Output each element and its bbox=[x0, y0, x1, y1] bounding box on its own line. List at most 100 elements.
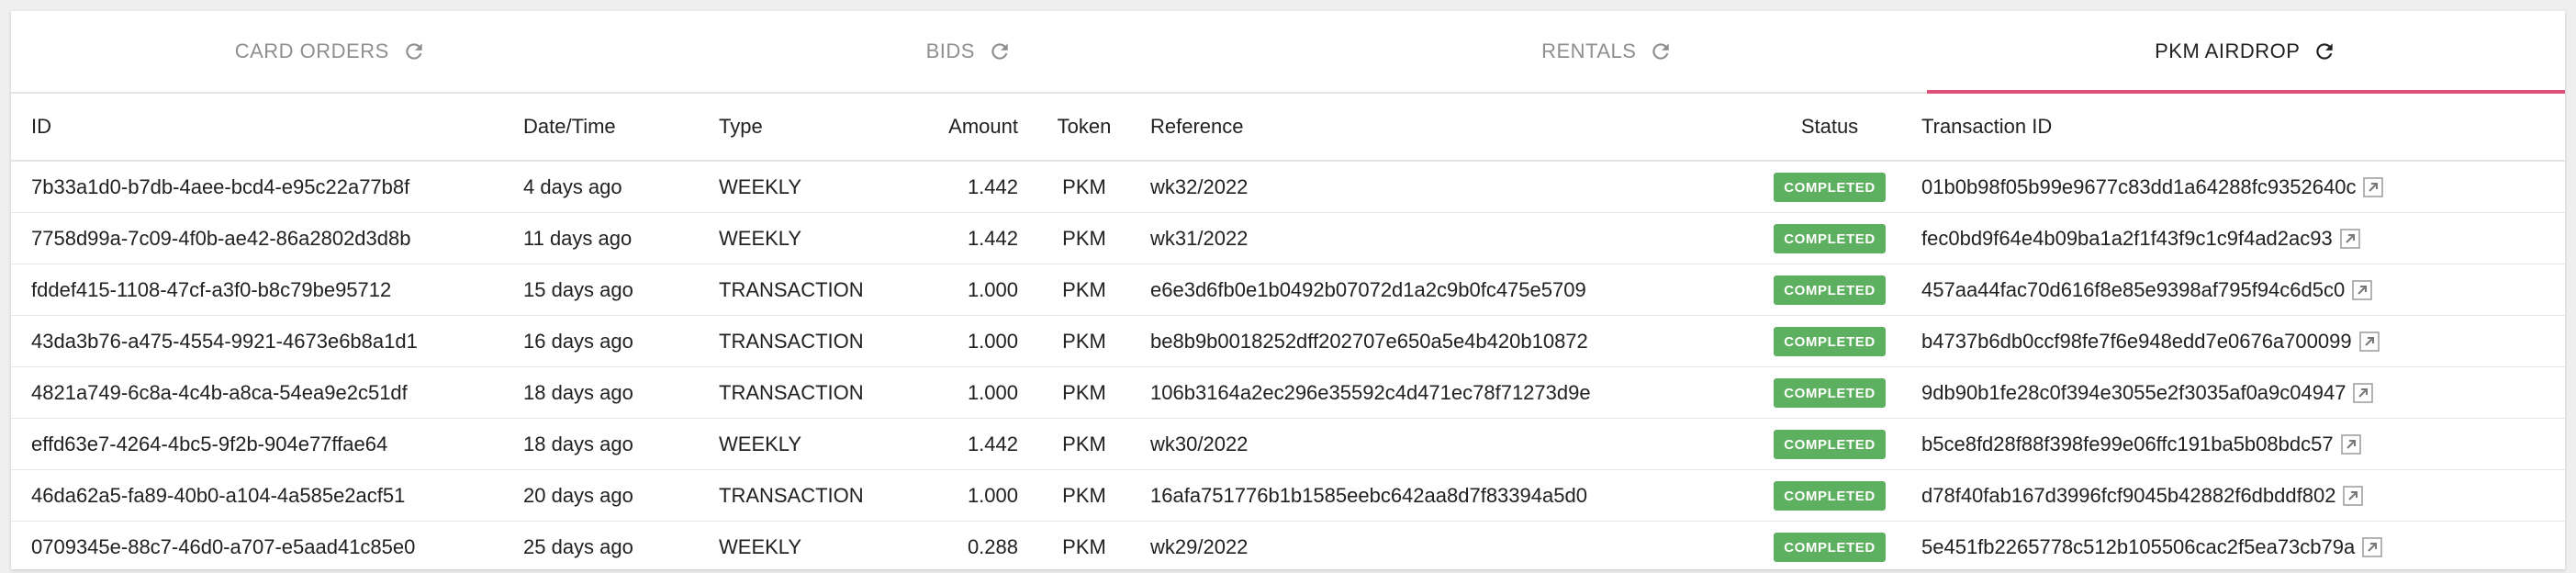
table-row: 7b33a1d0-b7db-4aee-bcd4-e95c22a77b8f 4 d… bbox=[11, 161, 2565, 213]
cell-token: PKM bbox=[1018, 212, 1150, 264]
table-row: effd63e7-4264-4bc5-9f2b-904e77ffae64 18 … bbox=[11, 418, 2565, 470]
cell-id: 43da3b76-a475-4554-9921-4673e6b8a1d1 bbox=[11, 315, 523, 367]
column-header-datetime[interactable]: Date/Time bbox=[523, 94, 719, 162]
column-header-token[interactable]: Token bbox=[1018, 94, 1150, 162]
cell-amount: 1.000 bbox=[902, 315, 1018, 367]
column-header-transaction-id[interactable]: Transaction ID bbox=[1921, 94, 2565, 162]
status-badge: COMPLETED bbox=[1774, 377, 1886, 408]
tab-bids[interactable]: BIDS bbox=[650, 11, 1289, 92]
column-header-amount[interactable]: Amount bbox=[902, 94, 1018, 162]
cell-datetime: 11 days ago bbox=[523, 212, 719, 264]
cell-datetime: 25 days ago bbox=[523, 521, 719, 573]
cell-transaction-id: 457aa44fac70d616f8e85e9398af795f94c6d5c0 bbox=[1921, 264, 2565, 316]
transaction-id-text: 9db90b1fe28c0f394e3055e2f3035af0a9c04947 bbox=[1921, 381, 2346, 405]
cell-type: WEEKLY bbox=[719, 212, 902, 264]
open-external-icon[interactable] bbox=[2358, 331, 2380, 352]
tab-label: PKM AIRDROP bbox=[2155, 39, 2301, 62]
transaction-id-text: fec0bd9f64e4b09ba1a2f1f43f9c1c9f4ad2ac93 bbox=[1921, 227, 2333, 251]
refresh-icon[interactable] bbox=[2313, 39, 2336, 63]
refresh-icon[interactable] bbox=[1649, 39, 1673, 63]
cell-amount: 1.000 bbox=[902, 469, 1018, 522]
cell-id: 0709345e-88c7-46d0-a707-e5aad41c85e0 bbox=[11, 521, 523, 573]
cell-datetime: 16 days ago bbox=[523, 315, 719, 367]
cell-status: COMPLETED bbox=[1738, 212, 1921, 264]
cell-transaction-id: d78f40fab167d3996fcf9045b42882f6dbddf802 bbox=[1921, 469, 2565, 522]
cell-token: PKM bbox=[1018, 264, 1150, 316]
table-row: 0709345e-88c7-46d0-a707-e5aad41c85e0 25 … bbox=[11, 521, 2565, 573]
cell-status: COMPLETED bbox=[1738, 264, 1921, 316]
tab-bar: CARD ORDERS BIDS RENTALS PKM AIRDROP bbox=[11, 11, 2565, 94]
cell-token: PKM bbox=[1018, 521, 1150, 573]
cell-transaction-id: b5ce8fd28f88f398fe99e06ffc191ba5b08bdc57 bbox=[1921, 418, 2565, 470]
cell-reference: wk32/2022 bbox=[1150, 161, 1738, 213]
cell-datetime: 4 days ago bbox=[523, 161, 719, 213]
cell-reference: e6e3d6fb0e1b0492b07072d1a2c9b0fc475e5709 bbox=[1150, 264, 1738, 316]
cell-datetime: 18 days ago bbox=[523, 418, 719, 470]
status-badge: COMPLETED bbox=[1774, 480, 1886, 511]
cell-status: COMPLETED bbox=[1738, 366, 1921, 419]
cell-type: TRANSACTION bbox=[719, 315, 902, 367]
open-external-icon[interactable] bbox=[2352, 280, 2372, 300]
cell-amount: 1.000 bbox=[902, 366, 1018, 419]
transaction-id-text: 457aa44fac70d616f8e85e9398af795f94c6d5c0 bbox=[1921, 278, 2346, 302]
cell-type: WEEKLY bbox=[719, 521, 902, 573]
cell-type: TRANSACTION bbox=[719, 366, 902, 419]
open-external-icon[interactable] bbox=[2362, 537, 2382, 557]
table-row: 4821a749-6c8a-4c4b-a8ca-54ea9e2c51df 18 … bbox=[11, 366, 2565, 419]
column-header-id[interactable]: ID bbox=[11, 94, 523, 162]
table-body: 7b33a1d0-b7db-4aee-bcd4-e95c22a77b8f 4 d… bbox=[11, 161, 2565, 573]
cell-transaction-id: b4737b6db0ccf98fe7f6e948edd7e0676a700099 bbox=[1921, 315, 2565, 367]
tab-card-orders[interactable]: CARD ORDERS bbox=[11, 11, 650, 92]
tab-rentals[interactable]: RENTALS bbox=[1288, 11, 1927, 92]
open-external-icon[interactable] bbox=[2343, 486, 2364, 506]
column-header-reference[interactable]: Reference bbox=[1150, 94, 1738, 162]
cell-reference: wk30/2022 bbox=[1150, 418, 1738, 470]
cell-type: WEEKLY bbox=[719, 161, 902, 213]
status-badge: COMPLETED bbox=[1774, 429, 1886, 459]
table-row: 7758d99a-7c09-4f0b-ae42-86a2802d3d8b 11 … bbox=[11, 212, 2565, 264]
cell-status: COMPLETED bbox=[1738, 418, 1921, 470]
status-badge: COMPLETED bbox=[1774, 172, 1886, 202]
status-badge: COMPLETED bbox=[1774, 275, 1886, 305]
transaction-id-text: b4737b6db0ccf98fe7f6e948edd7e0676a700099 bbox=[1921, 330, 2352, 354]
status-badge: COMPLETED bbox=[1774, 223, 1886, 253]
cell-datetime: 20 days ago bbox=[523, 469, 719, 522]
airdrop-table: ID Date/Time Type Amount Token Reference… bbox=[11, 94, 2565, 573]
refresh-icon[interactable] bbox=[988, 39, 1012, 63]
cell-id: 7758d99a-7c09-4f0b-ae42-86a2802d3d8b bbox=[11, 212, 523, 264]
cell-reference: wk29/2022 bbox=[1150, 521, 1738, 573]
cell-status: COMPLETED bbox=[1738, 315, 1921, 367]
transaction-id-text: b5ce8fd28f88f398fe99e06ffc191ba5b08bdc57 bbox=[1921, 433, 2334, 456]
transaction-id-text: 5e451fb2265778c512b105506cac2f5ea73cb79a bbox=[1921, 535, 2356, 559]
cell-id: fddef415-1108-47cf-a3f0-b8c79be95712 bbox=[11, 264, 523, 316]
cell-reference: wk31/2022 bbox=[1150, 212, 1738, 264]
table-row: fddef415-1108-47cf-a3f0-b8c79be95712 15 … bbox=[11, 264, 2565, 316]
cell-amount: 0.288 bbox=[902, 521, 1018, 573]
refresh-icon[interactable] bbox=[402, 39, 426, 63]
cell-id: 7b33a1d0-b7db-4aee-bcd4-e95c22a77b8f bbox=[11, 161, 523, 213]
cell-transaction-id: 01b0b98f05b99e9677c83dd1a64288fc9352640c bbox=[1921, 161, 2565, 213]
airdrop-panel: CARD ORDERS BIDS RENTALS PKM AIRDROP ID … bbox=[11, 11, 2565, 573]
status-badge: COMPLETED bbox=[1774, 326, 1886, 356]
cell-status: COMPLETED bbox=[1738, 469, 1921, 522]
column-header-type[interactable]: Type bbox=[719, 94, 902, 162]
cell-type: WEEKLY bbox=[719, 418, 902, 470]
cell-id: 46da62a5-fa89-40b0-a104-4a585e2acf51 bbox=[11, 469, 523, 522]
cell-reference: 106b3164a2ec296e35592c4d471ec78f71273d9e bbox=[1150, 366, 1738, 419]
tab-label: CARD ORDERS bbox=[234, 39, 389, 62]
cell-token: PKM bbox=[1018, 418, 1150, 470]
cell-type: TRANSACTION bbox=[719, 469, 902, 522]
tab-pkm-airdrop[interactable]: PKM AIRDROP bbox=[1926, 11, 2566, 94]
column-header-status[interactable]: Status bbox=[1738, 94, 1921, 162]
cell-reference: 16afa751776b1b1585eebc642aa8d7f83394a5d0 bbox=[1150, 469, 1738, 522]
open-external-icon[interactable] bbox=[2339, 229, 2360, 249]
cell-status: COMPLETED bbox=[1738, 521, 1921, 573]
open-external-icon[interactable] bbox=[2340, 434, 2361, 455]
transaction-id-text: d78f40fab167d3996fcf9045b42882f6dbddf802 bbox=[1921, 484, 2336, 508]
status-badge: COMPLETED bbox=[1774, 532, 1886, 562]
cell-token: PKM bbox=[1018, 315, 1150, 367]
open-external-icon[interactable] bbox=[2353, 383, 2374, 403]
open-external-icon[interactable] bbox=[2363, 177, 2384, 197]
cell-token: PKM bbox=[1018, 469, 1150, 522]
table-row: 43da3b76-a475-4554-9921-4673e6b8a1d1 16 … bbox=[11, 315, 2565, 367]
